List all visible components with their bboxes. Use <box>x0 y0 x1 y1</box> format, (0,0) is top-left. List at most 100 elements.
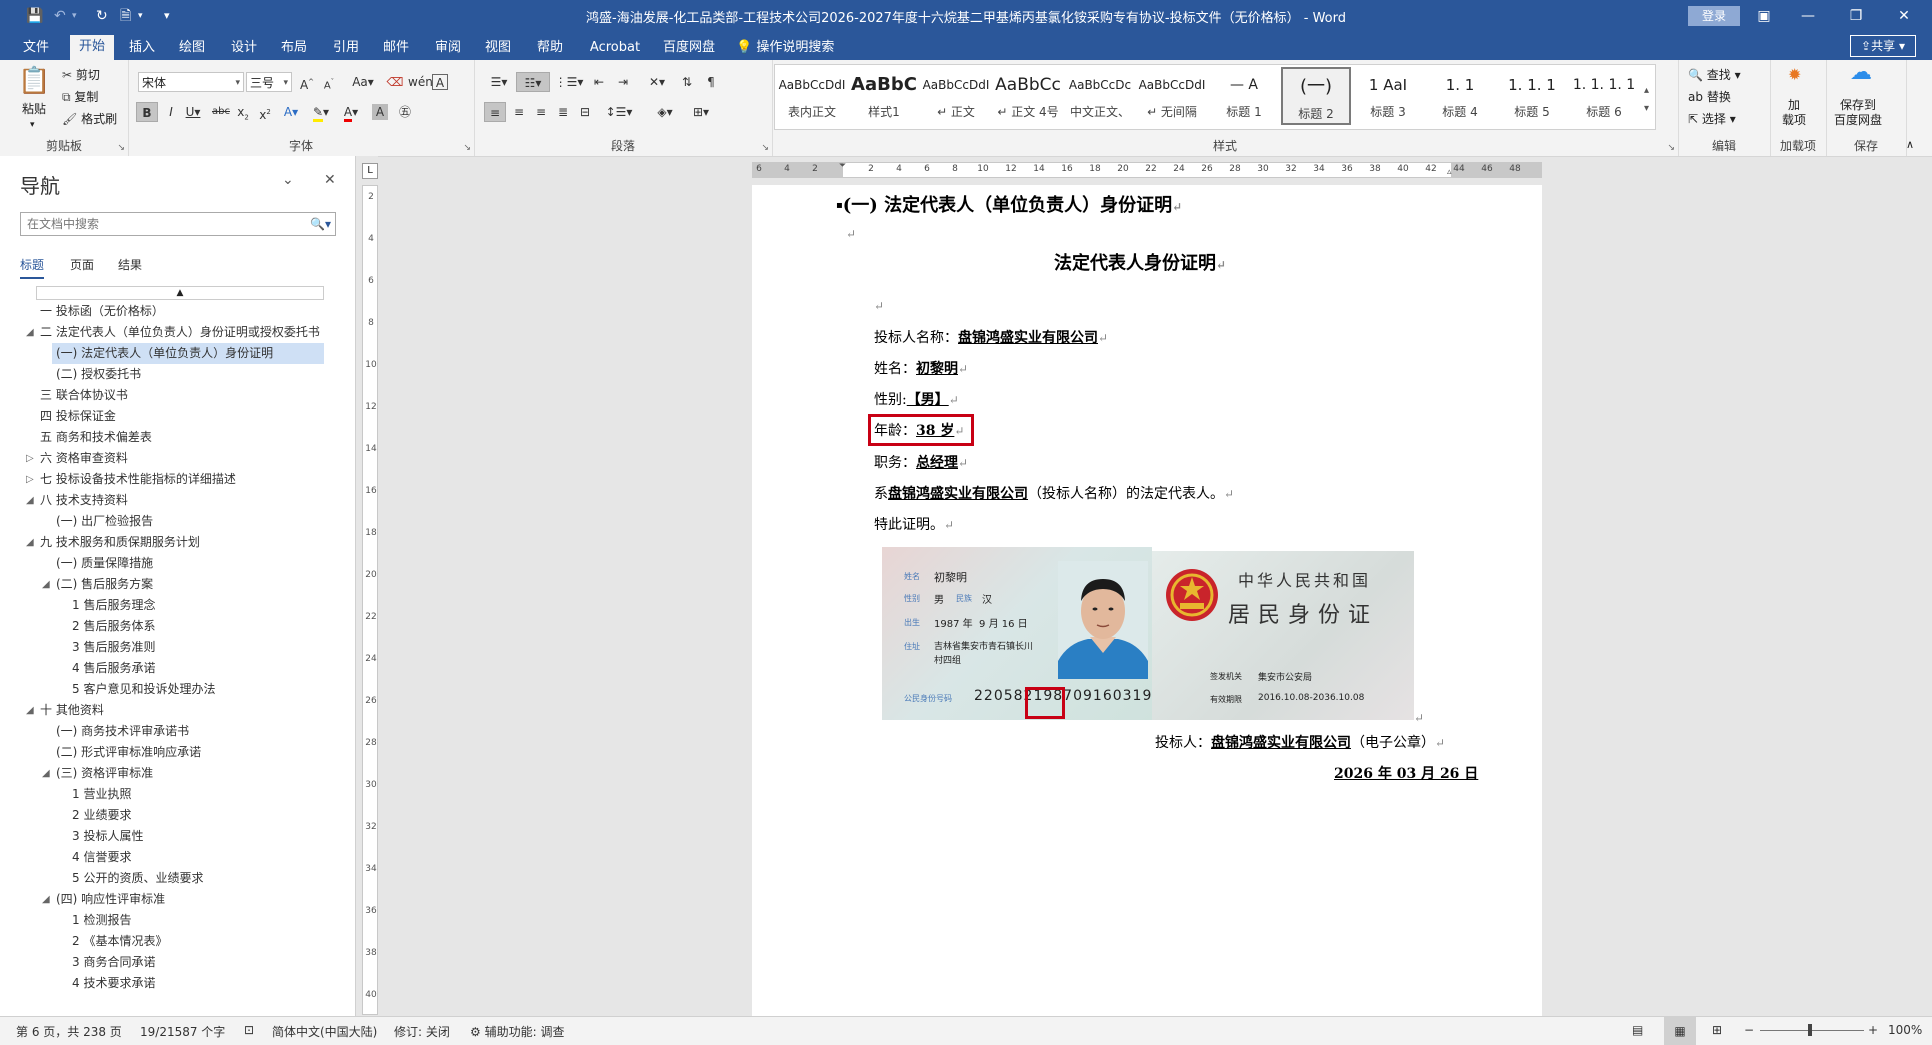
paste-icon[interactable]: 📋 <box>18 66 50 96</box>
expand-arrow-icon[interactable]: ▷ <box>26 469 34 490</box>
replace-button[interactable]: ab 替换 <box>1688 88 1731 106</box>
indent-marker-icon[interactable]: ⏷ <box>839 161 846 171</box>
track-changes[interactable]: 修订: 关闭 <box>394 1023 450 1040</box>
tell-me-search[interactable]: 💡 操作说明搜索 <box>736 36 834 60</box>
collapse-arrow-icon[interactable]: ◢ <box>26 700 34 721</box>
read-mode-icon[interactable]: ▤ <box>1632 1023 1643 1037</box>
print-layout-icon[interactable]: ▦ <box>1664 1017 1696 1045</box>
id-card-back-image[interactable]: 中华人民共和国 居民身份证 签发机关 集安市公安局 有效期限 2016.10.0… <box>1152 551 1414 720</box>
tab-draw[interactable]: 绘图 <box>170 36 214 60</box>
collapse-arrow-icon[interactable]: ◢ <box>26 490 34 511</box>
zoom-slider[interactable] <box>1760 1030 1864 1031</box>
style-item[interactable]: AaBbCcDdI 表内正文 <box>777 67 847 125</box>
increase-indent-icon[interactable]: ⇥ <box>612 72 634 92</box>
underline-button[interactable]: U▾ <box>182 102 204 122</box>
accessibility[interactable]: ⚙ 辅助功能: 调查 <box>470 1023 564 1040</box>
collapse-arrow-icon[interactable]: ◢ <box>26 532 34 553</box>
collapse-arrow-icon[interactable]: ◢ <box>42 574 50 595</box>
style-item[interactable]: AaBbC 样式1 <box>849 67 919 125</box>
sort-icon[interactable]: ⇅ <box>676 72 698 92</box>
grow-font-icon[interactable]: A^ <box>296 72 318 92</box>
style-item[interactable]: 1. 1 标题 4 <box>1425 67 1495 125</box>
addins-icon[interactable]: ✹ <box>1788 66 1801 84</box>
justify-icon[interactable]: ≣ <box>552 102 574 122</box>
zoom-in-icon[interactable]: + <box>1868 1023 1878 1037</box>
tab-design[interactable]: 设计 <box>222 36 266 60</box>
distributed-icon[interactable]: ⊟ <box>574 102 596 122</box>
bidder-line[interactable]: 投标人名称：盘锦鸿盛实业有限公司↵ <box>874 328 1108 348</box>
clipboard-launcher-icon[interactable]: ↘ <box>117 143 125 153</box>
restore-icon[interactable]: ❐ <box>1836 4 1876 28</box>
style-item[interactable]: AaBbCcDdI ↵ 无间隔 <box>1137 67 1207 125</box>
close-icon[interactable]: ✕ <box>1884 4 1924 28</box>
strikethrough-button[interactable]: abc <box>210 102 232 122</box>
minimize-icon[interactable]: — <box>1788 4 1828 28</box>
share-button[interactable]: ⇪共享 ▾ <box>1850 35 1916 57</box>
tab-file[interactable]: 文件 <box>14 36 58 60</box>
collapse-arrow-icon[interactable]: ◢ <box>26 322 34 343</box>
tab-mailings[interactable]: 邮件 <box>374 36 418 60</box>
tab-acrobat[interactable]: Acrobat <box>582 36 648 60</box>
nav-tab-pages[interactable]: 页面 <box>70 256 94 273</box>
align-left-icon[interactable]: ≡ <box>484 102 506 122</box>
styles-launcher-icon[interactable]: ↘ <box>1667 143 1675 153</box>
name-line[interactable]: 姓名：初黎明↵ <box>874 359 968 379</box>
font-color-icon[interactable]: A▾ <box>340 102 362 122</box>
language[interactable]: 简体中文(中国大陆) <box>272 1023 377 1040</box>
style-item[interactable]: AaBbCcDc 中文正文、 <box>1065 67 1135 125</box>
text-effects-icon[interactable]: A▾ <box>280 102 302 122</box>
bullets-icon[interactable]: ☰▾ <box>484 72 514 92</box>
borders-icon[interactable]: ⊞▾ <box>686 102 716 122</box>
phonetic-guide-icon[interactable]: wén <box>408 72 433 92</box>
multilevel-list-icon[interactable]: ⋮☰▾ <box>554 72 584 92</box>
char-shading-icon[interactable]: A <box>372 104 388 120</box>
show-marks-icon[interactable]: ¶ <box>700 72 722 92</box>
decrease-indent-icon[interactable]: ⇤ <box>588 72 610 92</box>
nav-scroll-up-icon[interactable]: ▲ <box>36 286 324 300</box>
style-item-selected[interactable]: (一) 标题 2 <box>1281 67 1351 125</box>
position-line[interactable]: 职务：总经理↵ <box>874 453 968 473</box>
save-baidu-button[interactable]: 保存到 百度网盘 <box>1834 98 1882 128</box>
bold-button[interactable]: B <box>136 102 158 122</box>
collapse-arrow-icon[interactable]: ◢ <box>42 763 50 784</box>
change-case-icon[interactable]: Aa▾ <box>346 72 380 92</box>
addins-button[interactable]: 加 载项 <box>1782 98 1806 128</box>
tab-references[interactable]: 引用 <box>324 36 368 60</box>
find-button[interactable]: 🔍 查找 ▾ <box>1688 66 1741 84</box>
superscript-button[interactable]: x2 <box>254 102 276 122</box>
tab-selector[interactable]: L <box>362 163 378 179</box>
zoom-level[interactable]: 100% <box>1888 1023 1922 1037</box>
char-border-icon[interactable]: A <box>432 74 448 90</box>
chevron-down-icon[interactable]: ⌄ <box>282 172 294 188</box>
shrink-font-icon[interactable]: Aˇ <box>318 72 340 92</box>
paste-dropdown-icon[interactable]: ▾ <box>30 116 35 134</box>
search-icon[interactable]: 🔍▾ <box>310 213 331 235</box>
tab-help[interactable]: 帮助 <box>528 36 572 60</box>
clear-format-icon[interactable]: ⌫ <box>384 72 406 92</box>
style-item[interactable]: AaBbCcDdI ↵ 正文 <box>921 67 991 125</box>
signature-line[interactable]: 投标人：盘锦鸿盛实业有限公司（电子公章）↵ <box>1155 733 1445 753</box>
doc-title[interactable]: 法定代表人身份证明↵ <box>1054 252 1226 277</box>
tab-layout[interactable]: 布局 <box>272 36 316 60</box>
id-card-front-image[interactable]: 姓名 初黎明 性别 男 民族 汉 出生 1987 年 9 月 16 日 住址 吉… <box>882 547 1152 720</box>
page-count[interactable]: 第 6 页，共 238 页 <box>16 1023 122 1040</box>
close-icon[interactable]: ✕ <box>324 172 336 188</box>
word-count[interactable]: 19/21587 个字 <box>140 1023 225 1040</box>
tab-view[interactable]: 视图 <box>476 36 520 60</box>
copy-button[interactable]: ⧉ 复制 <box>62 88 98 106</box>
ribbon-display-icon[interactable]: ▣ <box>1744 4 1784 28</box>
nav-search-input[interactable]: 在文档中搜索 🔍▾ <box>20 212 336 236</box>
login-button[interactable]: 登录 <box>1688 6 1740 26</box>
nav-heading-item[interactable]: (一) 法定代表人（单位负责人）身份证明 <box>52 343 324 364</box>
heading-2[interactable]: ▪(一) 法定代表人（单位负责人）身份证明↵ <box>836 194 1182 219</box>
tab-baidu-netdisk[interactable]: 百度网盘 <box>656 36 722 60</box>
subscript-button[interactable]: x2 <box>232 102 254 122</box>
style-item[interactable]: 1. 1. 1. 1 标题 6 <box>1569 67 1639 125</box>
collapse-arrow-icon[interactable]: ◢ <box>42 889 50 910</box>
enclose-char-icon[interactable]: ㊄ <box>394 102 416 122</box>
shading-icon[interactable]: ◈▾ <box>650 102 680 122</box>
style-item[interactable]: AaBbCc ↵ 正文 4号 <box>993 67 1063 125</box>
style-item[interactable]: 1 AaI 标题 3 <box>1353 67 1423 125</box>
style-item[interactable]: — A 标题 1 <box>1209 67 1279 125</box>
highlight-icon[interactable]: ✎▾ <box>310 102 332 122</box>
